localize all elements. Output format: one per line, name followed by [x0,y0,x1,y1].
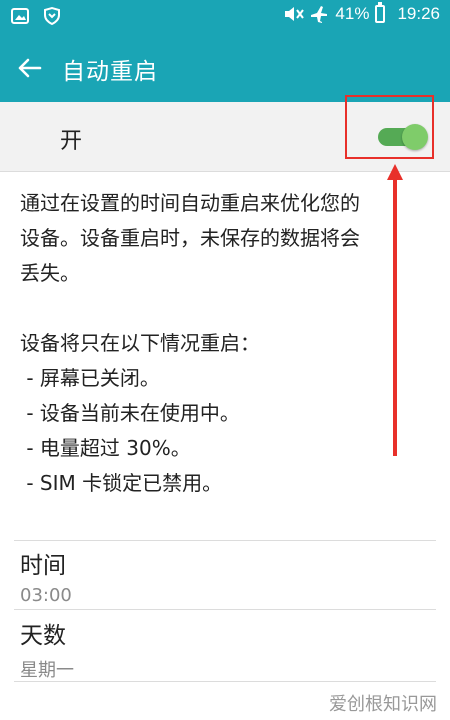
condition-item: - 设备当前未在使用中。 [20,401,240,425]
description-line: 丢失。 [20,261,80,285]
description: 通过在设置的时间自动重启来优化您的 设备。设备重启时，未保存的数据将会 丢失。 … [20,186,430,501]
days-setting[interactable]: 天数 星期一 [0,610,450,682]
days-label: 天数 [20,623,66,649]
shield-icon [42,6,62,26]
annotation-highlight-box [345,95,434,159]
page-title: 自动重启 [62,59,158,85]
clock: 19:26 [397,4,440,23]
condition-item: - 屏幕已关闭。 [20,366,160,390]
battery-percent: 41% [335,4,370,23]
condition-item: - 电量超过 30%。 [20,436,191,460]
mute-icon [283,4,305,24]
airplane-icon [309,4,329,24]
battery-icon [375,2,386,23]
description-line: 设备。设备重启时，未保存的数据将会 [20,226,360,250]
divider [14,540,436,541]
switch-label: 开 [60,129,83,154]
app-bar: 自动重启 [0,32,450,102]
time-setting[interactable]: 时间 03:00 [0,540,450,610]
conditions-title: 设备将只在以下情况重启： [20,331,260,355]
days-value: 星期一 [20,660,74,681]
time-label: 时间 [20,553,66,579]
status-bar: 41% 19:26 [0,0,450,32]
divider [14,681,436,682]
back-arrow-icon[interactable] [14,52,46,84]
image-icon [10,6,30,26]
description-line: 通过在设置的时间自动重启来优化您的 [20,191,360,215]
time-value: 03:00 [20,585,72,606]
condition-item: - SIM 卡锁定已禁用。 [20,471,223,495]
watermark: 爱创根知识网 [329,694,437,715]
